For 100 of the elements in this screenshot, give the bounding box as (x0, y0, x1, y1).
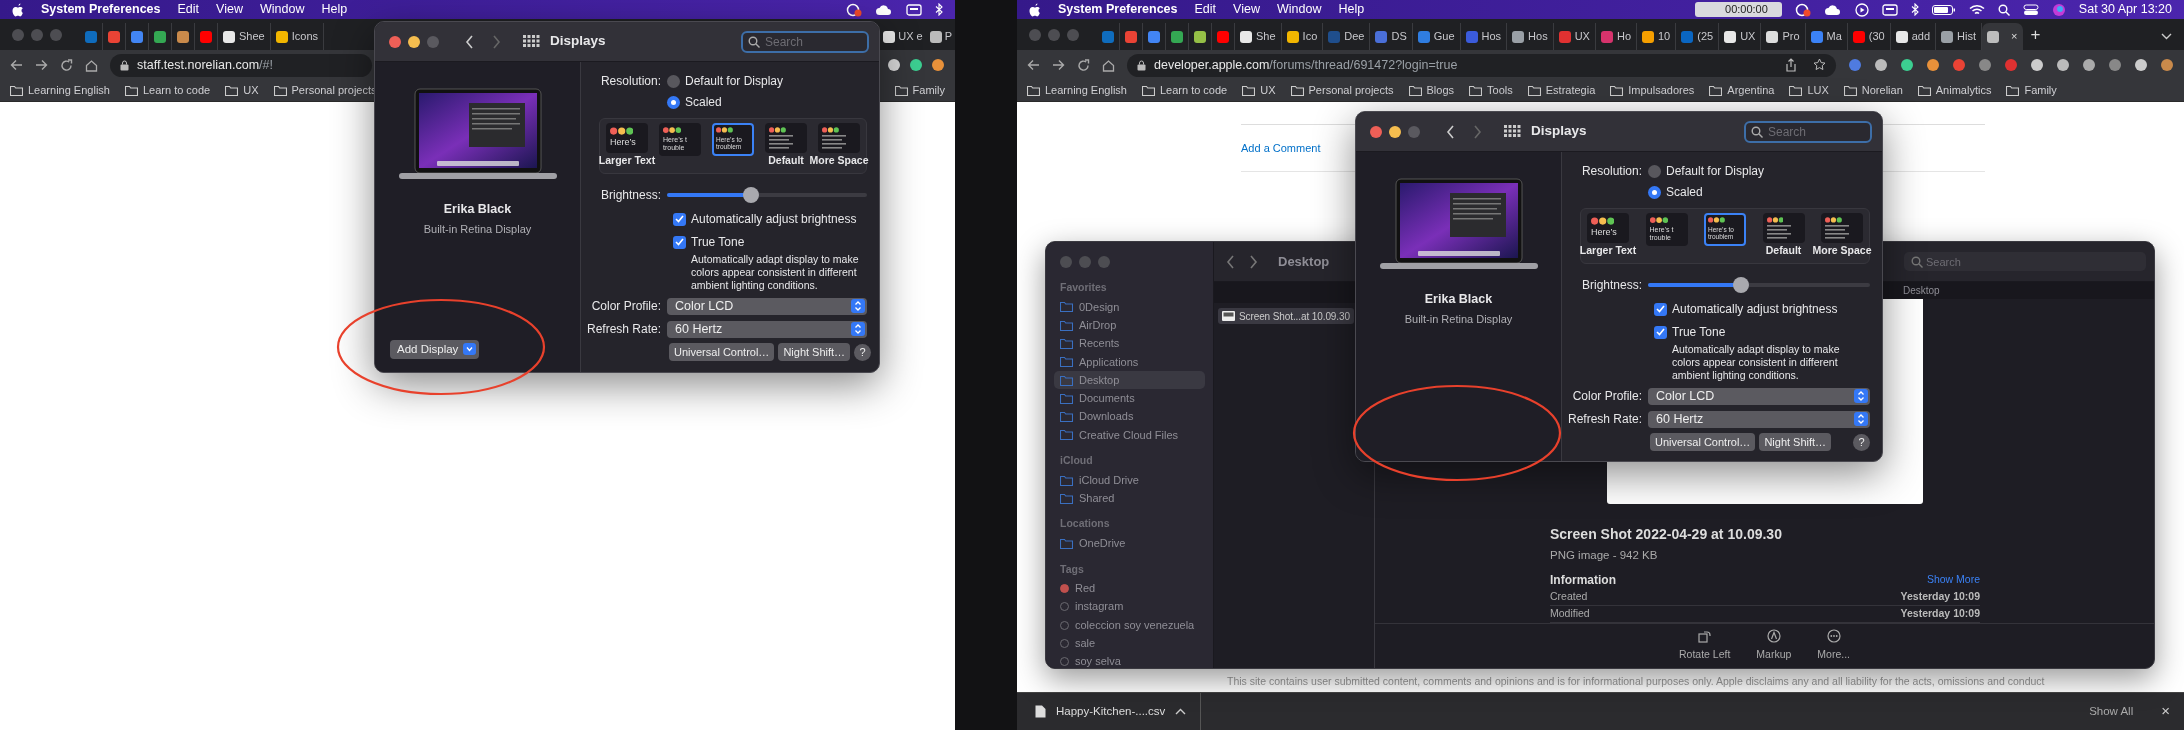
bookmark-item[interactable]: Tools (1469, 82, 1513, 99)
sidebar-item[interactable]: Downloads (1054, 407, 1205, 426)
forward-icon[interactable] (1249, 254, 1258, 269)
address-field[interactable]: developer.apple.com/forums/thread/691472?login=true (1127, 53, 1836, 77)
menu-item[interactable]: System Preferences (1058, 0, 1178, 19)
tag-item[interactable]: coleccion soy venezuela (1054, 615, 1205, 635)
add-display-button[interactable]: Add Display (390, 339, 480, 359)
bookmark-item[interactable]: Family (894, 82, 945, 99)
scale-thumbnail[interactable] (818, 123, 860, 154)
minimize-button[interactable] (408, 35, 420, 48)
bluetooth-icon[interactable] (1910, 3, 1919, 16)
extension-icon[interactable] (1978, 58, 1992, 72)
close-button[interactable] (1370, 125, 1382, 138)
chevron-down-icon[interactable] (2161, 33, 2172, 40)
sidebar-item[interactable]: Recents (1054, 334, 1205, 353)
extension-icon[interactable] (931, 58, 945, 72)
scale-thumbnail[interactable] (1821, 213, 1863, 244)
extension-icon[interactable] (1900, 58, 1914, 72)
toolbar-button[interactable]: Markup (1756, 628, 1792, 663)
display-icon[interactable] (1881, 3, 1898, 16)
sidebar-item[interactable]: Applications (1054, 352, 1205, 371)
toolbar-button[interactable]: Rotate Left (1678, 628, 1731, 663)
grid-icon[interactable] (1504, 125, 1521, 138)
chevron-up-icon[interactable] (1175, 708, 1187, 715)
menu-item[interactable]: Edit (177, 0, 200, 19)
extension-icon[interactable] (887, 58, 901, 72)
sidebar-item[interactable]: Desktop (1054, 370, 1205, 390)
bookmark-item[interactable]: Family (2006, 82, 2057, 99)
push-button[interactable]: Universal Control… (1650, 433, 1756, 452)
home-icon[interactable] (85, 58, 98, 72)
menu-item[interactable]: View (216, 0, 243, 19)
bookmark-item[interactable]: Learn to code (1141, 82, 1228, 99)
bookmark-item[interactable]: Personal projects (1290, 82, 1394, 99)
extension-icon[interactable] (1926, 58, 1940, 72)
back-icon[interactable] (1226, 254, 1235, 269)
help-button[interactable]: ? (854, 343, 872, 361)
toolbar-button[interactable]: More... (1817, 628, 1851, 663)
home-icon[interactable] (1102, 58, 1115, 72)
menu-item[interactable]: Window (259, 0, 305, 19)
show-more-link[interactable]: Show More (1926, 571, 1980, 588)
star-icon[interactable] (1813, 58, 1826, 71)
help-button[interactable]: ? (1853, 433, 1870, 451)
record-icon[interactable] (1794, 2, 1811, 17)
checkbox[interactable] (1654, 302, 1667, 316)
cloud-icon[interactable] (875, 3, 893, 16)
dropdown[interactable]: Color LCD (667, 297, 867, 315)
search-field[interactable]: Search (1744, 120, 1872, 143)
scale-thumbnail[interactable] (765, 123, 807, 154)
push-button[interactable]: Universal Control… (669, 343, 775, 362)
bookmark-item[interactable]: Estrategia (1527, 82, 1596, 99)
radio-button[interactable] (1648, 164, 1661, 178)
bluetooth-icon[interactable] (935, 3, 943, 16)
slider-thumb[interactable] (1733, 277, 1750, 293)
play-icon[interactable] (1854, 2, 1869, 17)
menu-item[interactable]: Window (1276, 0, 1322, 19)
battery-icon[interactable] (1931, 3, 1956, 16)
close-button[interactable] (389, 35, 401, 48)
show-all-button[interactable]: Show All (2089, 702, 2134, 721)
add-comment-link[interactable]: Add a Comment (1241, 142, 1321, 154)
extension-icon[interactable] (2160, 58, 2174, 72)
browser-tab[interactable]: UX e (879, 23, 926, 50)
tag-item[interactable]: instagram (1054, 597, 1205, 616)
browser-tab[interactable]: P (925, 23, 955, 50)
sidebar-item[interactable]: Documents (1054, 389, 1205, 408)
reload-icon[interactable] (1077, 58, 1090, 72)
scale-thumbnail[interactable]: Here’s (606, 123, 648, 154)
extension-icon[interactable] (2030, 58, 2044, 72)
menu-item[interactable]: Edit (1194, 0, 1217, 19)
menu-item[interactable]: System Preferences (41, 0, 161, 19)
cloud-icon[interactable] (1823, 3, 1842, 16)
forward-arrow-icon[interactable] (35, 59, 48, 71)
menu-item[interactable]: Help (321, 0, 348, 19)
browser-tab[interactable]: × (1982, 23, 2023, 50)
tag-item[interactable]: sale (1054, 634, 1205, 653)
brightness-slider[interactable] (1648, 277, 1870, 293)
sidebar-item[interactable]: Shared (1054, 489, 1205, 508)
search-field[interactable]: Search (741, 30, 869, 53)
extension-icon[interactable] (2082, 58, 2096, 72)
dropdown[interactable]: Color LCD (1648, 387, 1870, 405)
checkbox[interactable] (1654, 325, 1667, 339)
dropdown[interactable]: 60 Hertz (1648, 410, 1870, 428)
orb-icon[interactable] (2051, 2, 2066, 17)
tag-item[interactable]: Red (1054, 579, 1205, 598)
apple-icon[interactable] (12, 2, 24, 17)
slider-thumb[interactable] (743, 187, 759, 203)
wifi-icon[interactable] (1968, 3, 1985, 16)
push-button[interactable]: Night Shift… (1759, 433, 1832, 452)
control-center-icon[interactable] (2022, 3, 2039, 16)
brightness-slider[interactable] (667, 187, 867, 203)
radio-button[interactable] (667, 74, 680, 88)
bookmark-item[interactable]: Impulsadores (1610, 82, 1695, 99)
bookmark-item[interactable]: UX (1242, 82, 1276, 99)
extension-icon[interactable] (2134, 58, 2148, 72)
download-item[interactable]: Happy-Kitchen-....csv (1035, 693, 1202, 730)
file-item[interactable]: Screen Shot...at 10.09.30 (1218, 308, 1354, 324)
record-icon[interactable] (846, 2, 862, 17)
address-field[interactable]: staff.test.norelian.com/#! (110, 53, 372, 77)
sidebar-item[interactable]: 0Design (1054, 297, 1205, 317)
menu-item[interactable]: Help (1338, 0, 1365, 19)
dropdown[interactable]: 60 Hertz (667, 320, 867, 338)
